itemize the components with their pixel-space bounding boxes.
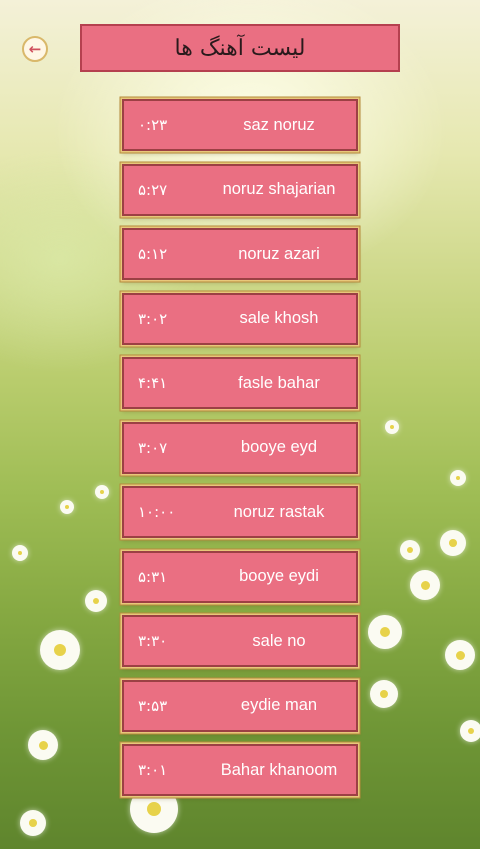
song-duration: ۱۰:۰۰ xyxy=(138,503,176,521)
song-duration: ۵:۳۱ xyxy=(138,567,168,586)
song-item[interactable]: ۵:۳۱ booye eydi xyxy=(122,550,358,603)
song-item[interactable]: ۳:۰۱ Bahar khanoom xyxy=(122,744,358,796)
flower-decoration xyxy=(460,720,480,742)
song-item[interactable]: ۳:۵۳ eydie man xyxy=(122,679,358,732)
song-name: Bahar khanoom xyxy=(220,760,338,779)
song-name: eydie man xyxy=(240,696,318,714)
song-duration: ۳:۵۳ xyxy=(138,696,168,715)
song-name: noruz azari xyxy=(238,244,320,263)
flower-decoration xyxy=(400,540,420,560)
song-name: saz noruz xyxy=(243,115,315,134)
flower-decoration xyxy=(28,730,58,760)
song-item[interactable]: ۰:۲۳ saz noruz xyxy=(122,99,358,151)
flower-decoration xyxy=(450,470,466,486)
song-name: sale khosh xyxy=(239,309,319,327)
flower-decoration xyxy=(368,615,402,649)
flower-decoration xyxy=(20,810,46,836)
song-duration: ۴:۴۱ xyxy=(138,374,168,392)
song-item[interactable]: ۳:۳۰ sale no xyxy=(122,615,358,667)
song-duration: ۰:۲۳ xyxy=(138,116,168,134)
song-name: noruz shajarian xyxy=(222,180,336,198)
song-duration: ۵:۲۷ xyxy=(138,180,168,199)
song-name: noruz rastak xyxy=(233,502,325,521)
song-duration: ۳:۰۱ xyxy=(138,761,168,779)
song-item[interactable]: ۴:۴۱ fasle bahar xyxy=(122,357,358,409)
back-button[interactable]: ← xyxy=(22,36,48,62)
song-item[interactable]: ۳:۰۷ booye eyd xyxy=(122,421,358,474)
song-duration: ۳:۰۲ xyxy=(138,309,168,328)
song-duration: ۳:۰۷ xyxy=(138,438,168,457)
song-list: ۰:۲۳ saz noruz ۵:۲۷ noruz shajarian ۵:۱۲… xyxy=(122,99,358,809)
flower-decoration xyxy=(60,500,74,514)
song-item[interactable]: ۵:۲۷ noruz shajarian xyxy=(122,163,358,216)
flower-decoration xyxy=(40,630,80,670)
song-item[interactable]: ۳:۰۲ sale khosh xyxy=(122,292,358,345)
page-title: لیست آهنگ ها xyxy=(80,24,400,72)
flower-decoration xyxy=(440,530,466,556)
song-name: booye eydi xyxy=(239,567,319,585)
arrow-left-icon: ← xyxy=(28,40,42,58)
song-name: booye eyd xyxy=(240,438,318,456)
song-duration: ۵:۱۲ xyxy=(138,245,168,263)
song-name: fasle bahar xyxy=(238,373,320,392)
page-title-text: لیست آهنگ ها xyxy=(174,35,306,61)
flower-decoration xyxy=(370,680,398,708)
flower-decoration xyxy=(95,485,109,499)
flower-decoration xyxy=(445,640,475,670)
song-name: sale no xyxy=(252,631,306,650)
song-item[interactable]: ۵:۱۲ noruz azari xyxy=(122,228,358,280)
flower-decoration xyxy=(12,545,28,561)
flower-decoration xyxy=(85,590,107,612)
flower-decoration xyxy=(410,570,440,600)
song-item[interactable]: ۱۰:۰۰ noruz rastak xyxy=(122,486,358,538)
song-duration: ۳:۳۰ xyxy=(138,632,168,650)
flower-decoration xyxy=(385,420,399,434)
